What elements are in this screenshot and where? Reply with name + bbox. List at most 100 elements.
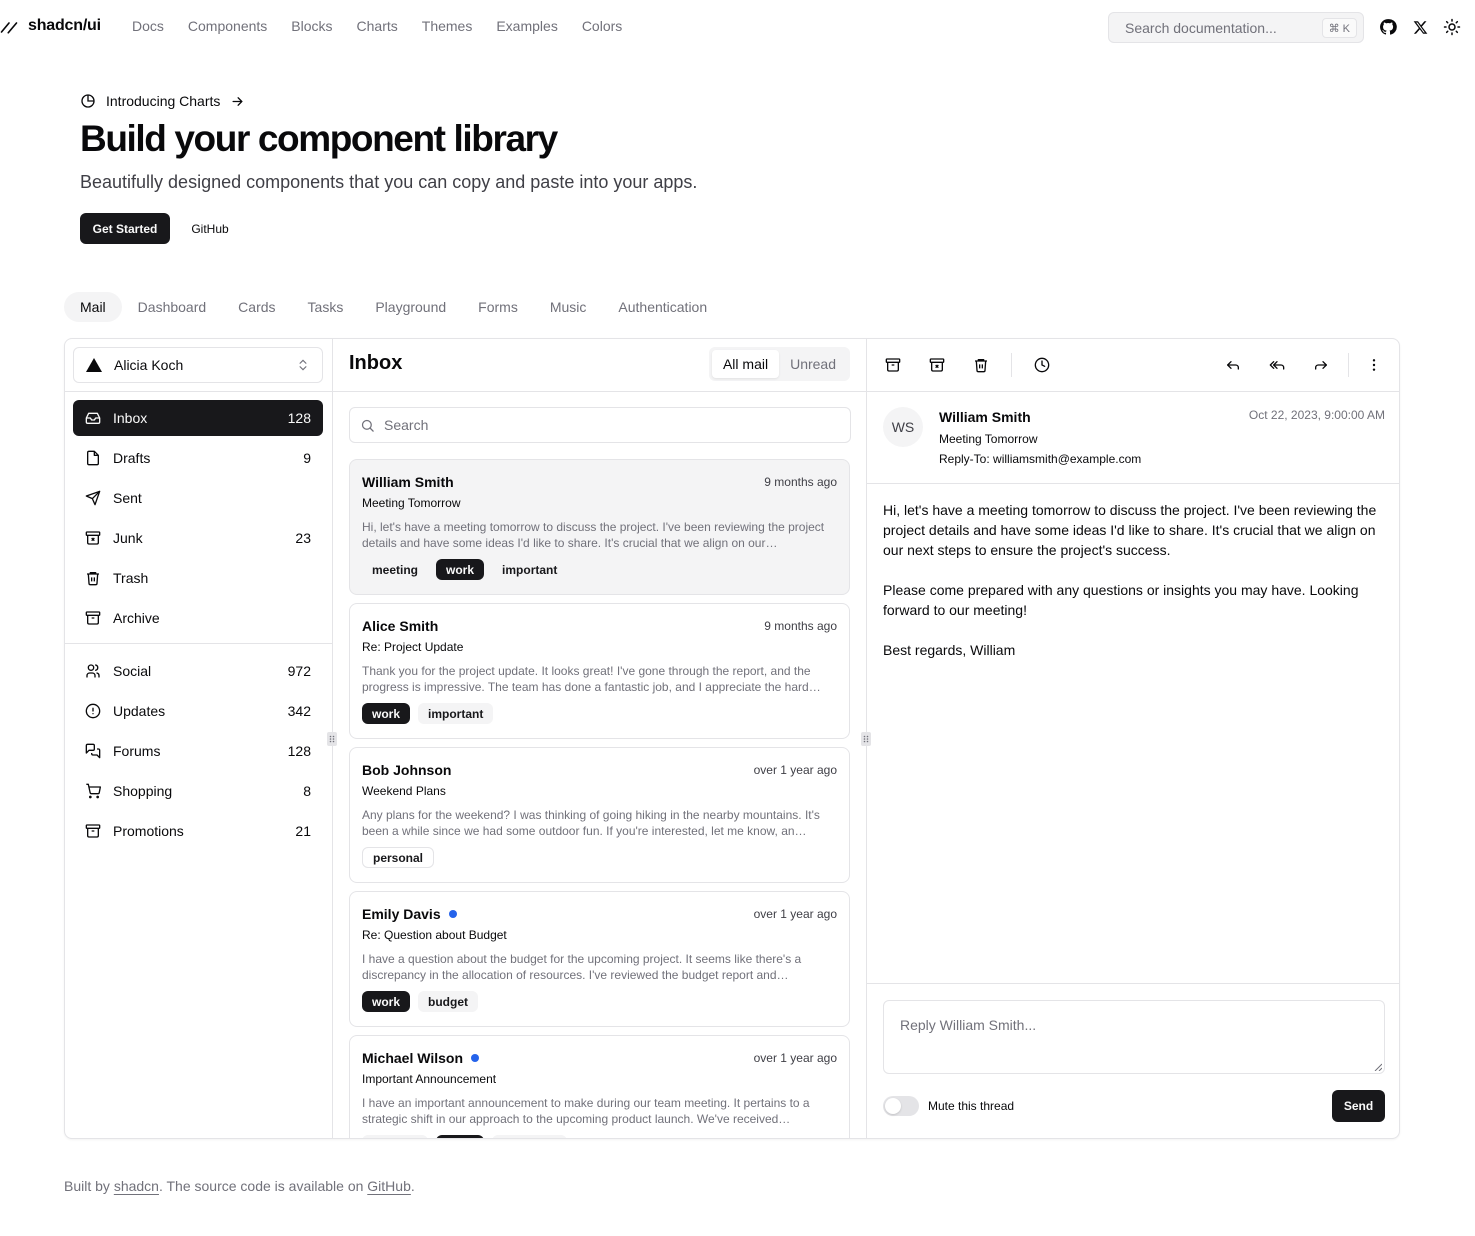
send-button[interactable]: Send bbox=[1332, 1090, 1385, 1122]
sidebar-item-social[interactable]: Social 972 bbox=[73, 653, 323, 689]
mail-list-item[interactable]: William Smith 9 months ago Meeting Tomor… bbox=[349, 459, 850, 595]
tab-playground[interactable]: Playground bbox=[359, 292, 462, 322]
github-button[interactable]: GitHub bbox=[180, 213, 240, 244]
sidebar-item-label: Social bbox=[113, 663, 152, 679]
tab-tasks[interactable]: Tasks bbox=[292, 292, 360, 322]
resize-handle[interactable] bbox=[861, 732, 871, 746]
label-badge: work bbox=[436, 559, 485, 580]
clock-icon[interactable] bbox=[1032, 355, 1052, 375]
divider bbox=[65, 391, 332, 392]
mail-sender: Emily Davis bbox=[362, 906, 441, 922]
sidebar-item-label: Shopping bbox=[113, 783, 173, 799]
nav-colors[interactable]: Colors bbox=[582, 18, 622, 34]
label-badge: work bbox=[362, 991, 411, 1012]
docs-search-button[interactable]: Search documentation... ⌘ K bbox=[1108, 12, 1364, 43]
reply-to-label: Reply-To: bbox=[939, 452, 990, 466]
sidebar-item-inbox[interactable]: Inbox 128 bbox=[73, 400, 323, 436]
tab-all-mail[interactable]: All mail bbox=[711, 350, 780, 378]
reply-to-address: williamsmith@example.com bbox=[993, 452, 1142, 466]
mail-search-input[interactable]: Search bbox=[349, 407, 851, 443]
detail-reply-to: Reply-To: williamsmith@example.com bbox=[939, 452, 1141, 466]
tab-forms[interactable]: Forms bbox=[462, 292, 534, 322]
switch-knob bbox=[885, 1098, 901, 1114]
mail-time: 9 months ago bbox=[764, 619, 837, 633]
announcement-link[interactable]: Introducing Charts bbox=[80, 93, 245, 109]
mail-sender: William Smith bbox=[362, 474, 454, 490]
nav-components[interactable]: Components bbox=[188, 18, 267, 34]
mail-list-item[interactable]: Michael Wilson over 1 year ago Important… bbox=[349, 1035, 850, 1138]
archive-x-icon[interactable] bbox=[927, 355, 947, 375]
divider bbox=[65, 643, 332, 644]
sidebar-item-updates[interactable]: Updates 342 bbox=[73, 693, 323, 729]
more-vertical-icon[interactable] bbox=[1364, 355, 1384, 375]
nav-charts[interactable]: Charts bbox=[357, 18, 398, 34]
nav-docs[interactable]: Docs bbox=[132, 18, 164, 34]
mail-time: over 1 year ago bbox=[753, 907, 837, 921]
category-list: Social 972 Updates 342 Forums 128 Shoppi… bbox=[73, 653, 323, 853]
inbox-icon bbox=[85, 410, 101, 426]
github-icon[interactable] bbox=[1378, 17, 1398, 37]
sidebar-item-shopping[interactable]: Shopping 8 bbox=[73, 773, 323, 809]
mail-list-item[interactable]: Emily Davis over 1 year ago Re: Question… bbox=[349, 891, 850, 1027]
sidebar-item-count: 128 bbox=[287, 743, 311, 759]
sidebar-item-label: Promotions bbox=[113, 823, 184, 839]
footer-repo-link[interactable]: GitHub bbox=[367, 1178, 411, 1194]
sidebar-item-trash[interactable]: Trash bbox=[73, 560, 323, 596]
nav-examples[interactable]: Examples bbox=[496, 18, 557, 34]
mail-subject: Important Announcement bbox=[362, 1072, 497, 1086]
arrow-right-icon bbox=[230, 94, 245, 109]
main-nav: Docs Components Blocks Charts Themes Exa… bbox=[132, 18, 622, 34]
account-switcher[interactable]: Alicia Koch bbox=[73, 347, 323, 383]
trash-icon bbox=[85, 570, 101, 586]
mail-list-item[interactable]: Alice Smith 9 months ago Re: Project Upd… bbox=[349, 603, 850, 739]
sidebar-item-archive[interactable]: Archive bbox=[73, 600, 323, 636]
alert-circle-icon bbox=[85, 703, 101, 719]
mail-sender: Michael Wilson bbox=[362, 1050, 464, 1066]
trash-icon[interactable] bbox=[971, 355, 991, 375]
brand-logo[interactable]: shadcn/ui bbox=[0, 17, 101, 35]
reply-icon[interactable] bbox=[1223, 355, 1243, 375]
archive-icon[interactable] bbox=[883, 355, 903, 375]
pie-chart-icon bbox=[80, 93, 96, 109]
sidebar-item-count: 972 bbox=[287, 663, 311, 679]
resize-handle[interactable] bbox=[327, 732, 337, 746]
sidebar-item-junk[interactable]: Junk 23 bbox=[73, 520, 323, 556]
label-badge: budget bbox=[418, 991, 479, 1012]
account-name: Alicia Koch bbox=[114, 357, 184, 373]
label-badge: personal bbox=[362, 847, 435, 868]
label-badge: important bbox=[418, 703, 494, 724]
send-icon bbox=[85, 490, 101, 506]
mail-list-item[interactable]: Bob Johnson over 1 year ago Weekend Plan… bbox=[349, 747, 850, 883]
get-started-button[interactable]: Get Started bbox=[80, 213, 170, 244]
sun-theme-toggle-icon[interactable] bbox=[1442, 17, 1462, 37]
folder-list: Inbox 128 Drafts 9 Sent Junk 23 Trash Ar… bbox=[73, 400, 323, 640]
mute-thread-switch[interactable] bbox=[883, 1096, 919, 1116]
sidebar-item-drafts[interactable]: Drafts 9 bbox=[73, 440, 323, 476]
mail-time: over 1 year ago bbox=[753, 763, 837, 777]
tab-authentication[interactable]: Authentication bbox=[602, 292, 723, 322]
unread-dot bbox=[471, 1054, 480, 1062]
reply-textarea[interactable]: Reply William Smith... bbox=[883, 1000, 1385, 1074]
page-title: Build your component library bbox=[80, 118, 558, 159]
x-twitter-icon[interactable] bbox=[1410, 17, 1430, 37]
nav-blocks[interactable]: Blocks bbox=[291, 18, 332, 34]
brand-name: shadcn/ui bbox=[28, 17, 101, 34]
tab-dashboard[interactable]: Dashboard bbox=[122, 292, 223, 322]
label-badge: meeting bbox=[362, 1135, 429, 1138]
sidebar-item-promotions[interactable]: Promotions 21 bbox=[73, 813, 323, 849]
tab-unread[interactable]: Unread bbox=[779, 350, 847, 378]
sidebar-item-label: Updates bbox=[113, 703, 166, 719]
cart-icon bbox=[85, 783, 101, 799]
tab-mail[interactable]: Mail bbox=[64, 292, 122, 322]
forward-icon[interactable] bbox=[1311, 355, 1331, 375]
tab-music[interactable]: Music bbox=[534, 292, 603, 322]
resize-grip-icon[interactable] bbox=[1374, 1063, 1382, 1071]
footer-author-link[interactable]: shadcn bbox=[114, 1178, 159, 1194]
nav-themes[interactable]: Themes bbox=[422, 18, 473, 34]
sidebar-item-sent[interactable]: Sent bbox=[73, 480, 323, 516]
site-header: shadcn/ui Docs Components Blocks Charts … bbox=[0, 0, 1475, 54]
reply-all-icon[interactable] bbox=[1267, 355, 1287, 375]
tab-cards[interactable]: Cards bbox=[222, 292, 291, 322]
mail-subject: Re: Project Update bbox=[362, 640, 464, 654]
sidebar-item-forums[interactable]: Forums 128 bbox=[73, 733, 323, 769]
